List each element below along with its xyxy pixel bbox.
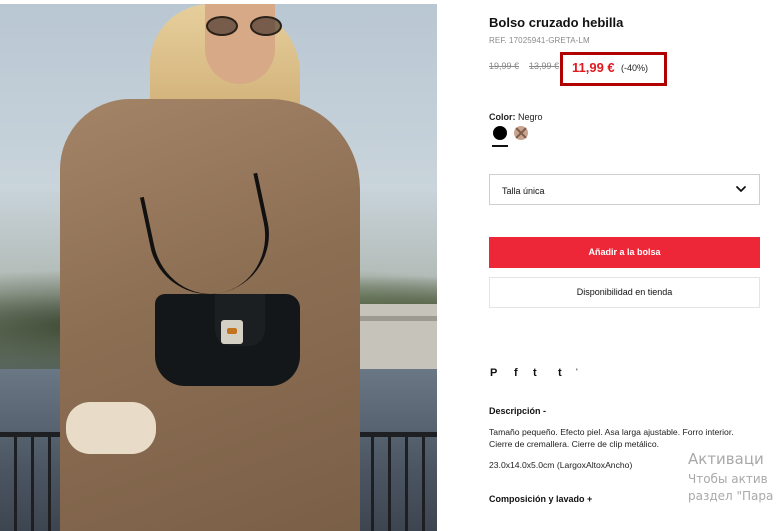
product-photo [0, 4, 437, 531]
facebook-icon[interactable]: f [514, 367, 518, 379]
swatch-selected-indicator [492, 145, 508, 147]
watermark-line-1: Активаци [688, 450, 764, 468]
size-select[interactable]: Talla única [489, 174, 760, 205]
photo-coat-cuff [66, 402, 156, 454]
watermark-line-2: Чтобы актив [688, 472, 768, 486]
discount-badge: (-40%) [621, 63, 649, 73]
watermark-line-3: раздел "Пара [688, 489, 774, 503]
color-swatch-unavailable[interactable] [514, 126, 528, 140]
current-price: 11,99 € [572, 60, 615, 75]
store-availability-button[interactable]: Disponibilidad en tienda [489, 277, 760, 308]
store-availability-label: Disponibilidad en tienda [576, 287, 673, 297]
previous-price: 13,99 € [529, 61, 560, 71]
pinterest-icon[interactable]: P [490, 367, 497, 379]
twitter-icon[interactable]: t [533, 367, 537, 379]
original-price: 19,99 € [489, 61, 520, 71]
product-title: Bolso cruzado hebilla [489, 15, 624, 30]
color-label-prefix: Color: [489, 112, 516, 122]
tumblr-icon[interactable]: t [558, 367, 562, 379]
photo-bag-clasp [221, 320, 243, 344]
share-extra-mark: ' [576, 367, 578, 377]
product-dimensions: 23.0x14.0x5.0cm (LargoxAltoxAncho) [489, 460, 633, 470]
add-to-bag-button[interactable]: Añadir a la bolsa [489, 237, 760, 268]
composition-toggle[interactable]: Composición y lavado + [489, 494, 592, 504]
add-to-bag-label: Añadir a la bolsa [588, 247, 661, 257]
description-toggle[interactable]: Descripción - [489, 406, 546, 416]
color-selected-name: Negro [518, 112, 543, 122]
photo-sunglasses [206, 16, 286, 36]
windows-activation-watermark: Активаци Чтобы актив раздел "Пара [688, 450, 776, 503]
chevron-down-icon [736, 186, 746, 192]
description-text: Tamaño pequeño. Efecto piel. Asa larga a… [489, 427, 734, 449]
color-label: Color: Negro [489, 112, 543, 122]
size-select-value: Talla única [502, 186, 545, 196]
product-ref: REF. 17025941-GRETA-LM [489, 36, 590, 45]
price-highlight-box: 11,99 € (-40%) [560, 52, 667, 86]
color-swatch-negro[interactable] [493, 126, 507, 140]
